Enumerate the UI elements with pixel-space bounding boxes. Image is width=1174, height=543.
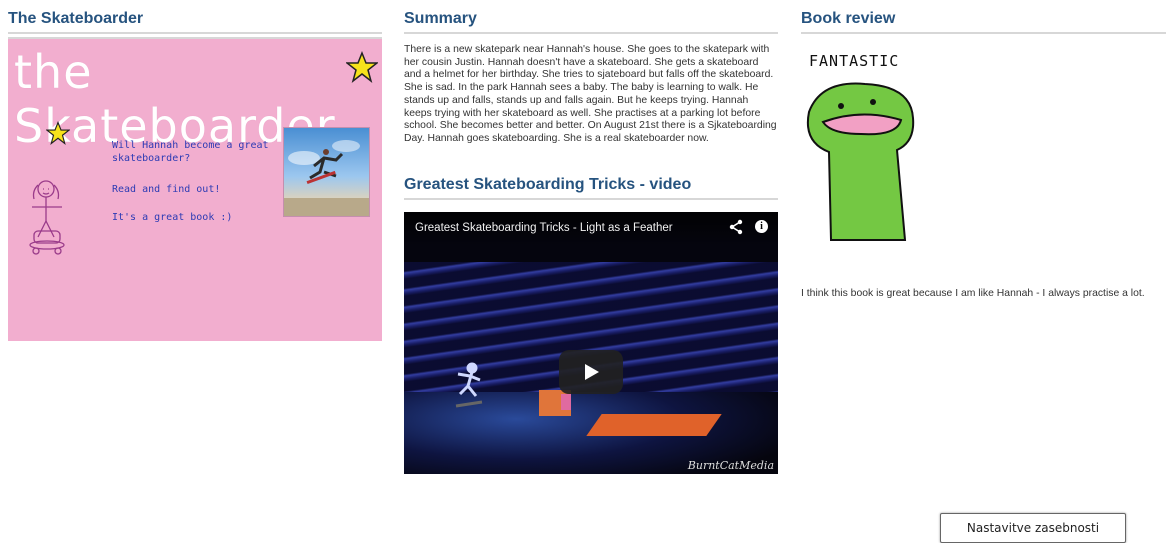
book-heading: The Skateboarder — [8, 0, 382, 34]
review-drawing-caption: FANTASTIC — [809, 52, 900, 70]
play-icon[interactable] — [559, 349, 623, 394]
info-icon[interactable]: i — [755, 219, 768, 233]
skater-photo — [283, 127, 370, 217]
video-section-heading: Greatest Skateboarding Tricks - video — [404, 166, 778, 200]
review-text: I think this book is great because I am … — [801, 288, 1145, 299]
share-icon[interactable] — [728, 219, 744, 240]
green-creature-icon — [807, 82, 915, 241]
stick-figure-icon — [29, 180, 65, 255]
privacy-settings-button[interactable]: Nastavitve zasebnosti — [940, 513, 1126, 543]
poster-callout: Read and find out! — [112, 184, 221, 195]
video-title[interactable]: Greatest Skateboarding Tricks - Light as… — [415, 222, 673, 234]
star-icon — [346, 51, 378, 83]
video-player[interactable]: Greatest Skateboarding Tricks - Light as… — [404, 211, 778, 474]
review-column: Book review FANTASTIC I think this book … — [801, 0, 1166, 300]
video-prop — [561, 393, 571, 410]
review-heading: Book review — [801, 0, 1166, 34]
book-column: The Skateboarder the Skateboarder Will H… — [8, 0, 382, 341]
summary-column: Summary There is a new skatepark near Ha… — [404, 0, 778, 474]
summary-text: There is a new skatepark near Hannah's h… — [404, 44, 777, 144]
summary-heading: Summary — [404, 0, 778, 34]
review-drawing: FANTASTIC — [801, 52, 931, 242]
book-poster: the Skateboarder Will Hannah become a gr… — [8, 37, 382, 341]
video-watermark: BurntCatMedia — [687, 458, 774, 472]
video-skater-figure — [455, 362, 483, 408]
video-ramp — [586, 413, 722, 436]
poster-question: Will Hannah become a great skateboarder? — [112, 140, 269, 164]
star-icon — [46, 121, 70, 145]
poster-recommend: It's a great book :) — [112, 212, 233, 223]
